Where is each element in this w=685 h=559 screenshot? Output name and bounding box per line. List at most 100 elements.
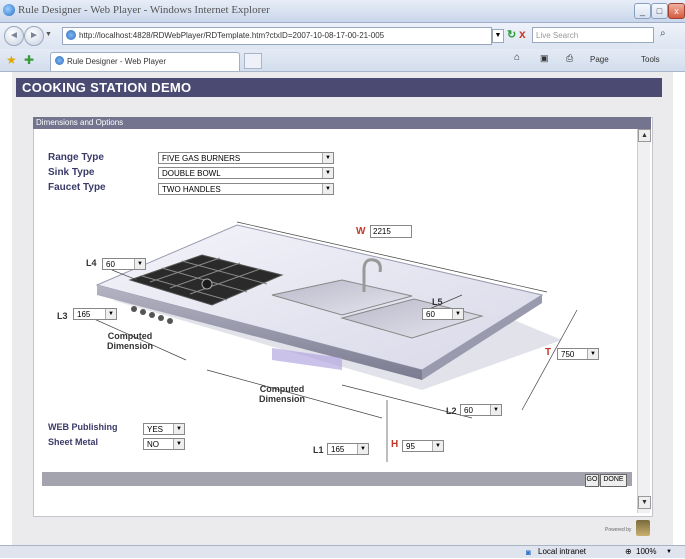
page-icon [66, 30, 76, 40]
chevron-down-icon: ▼ [322, 168, 333, 178]
l4-dimension-value: 60 [106, 260, 115, 269]
tab-page-icon [55, 56, 64, 65]
chevron-down-icon: ▼ [587, 349, 598, 359]
l3-dimension-select[interactable]: 165 ▼ [73, 308, 117, 320]
back-button[interactable]: ◄ [4, 26, 24, 46]
new-tab-button[interactable] [244, 53, 262, 69]
l2-dimension-label: L2 [446, 406, 457, 416]
center-burner [201, 278, 213, 290]
web-publishing-label: WEB Publishing [48, 422, 118, 432]
h-dimension-select[interactable]: 95 ▼ [402, 440, 444, 452]
l4-dimension-label: L4 [86, 258, 97, 268]
range-type-select[interactable]: FIVE GAS BURNERS ▼ [158, 152, 334, 164]
recent-pages-chevron-icon[interactable]: ▼ [45, 31, 52, 38]
l1-dimension-value: 165 [331, 445, 345, 454]
panel-title: Dimensions and Options [36, 118, 124, 127]
address-dropdown-button[interactable]: ▼ [492, 29, 504, 43]
page-menu[interactable]: Page [590, 55, 609, 64]
add-favorites-icon[interactable]: ✚ [24, 53, 34, 67]
close-button[interactable]: x [668, 3, 685, 19]
status-bar: ◙ Local intranet ⊕ 100% ▼ [0, 545, 685, 558]
window-title-bar: Rule Designer - Web Player - Windows Int… [0, 0, 685, 23]
refresh-icon[interactable]: ↻ [507, 28, 516, 41]
t-dimension-label: T [545, 347, 552, 358]
tools-menu[interactable]: Tools [641, 55, 660, 64]
scroll-up-arrow-icon[interactable]: ▲ [638, 129, 651, 142]
sheet-metal-label: Sheet Metal [48, 437, 99, 447]
app-banner: COOKING STATION DEMO [16, 78, 662, 97]
l3-dimension-value: 165 [77, 310, 91, 319]
chevron-down-icon: ▼ [357, 444, 368, 454]
favorites-star-icon[interactable]: ★ [6, 53, 17, 67]
scroll-down-arrow-icon[interactable]: ▼ [638, 496, 651, 509]
address-url: http://localhost:4828/RDWebPlayer/RDTemp… [79, 31, 385, 40]
ie-app-icon [3, 4, 15, 16]
h-dimension-value: 95 [406, 442, 415, 451]
t-dimension-select[interactable]: 750 ▼ [557, 348, 599, 360]
faucet-type-select[interactable]: TWO HANDLES ▼ [158, 183, 334, 195]
action-bar [42, 472, 632, 486]
sink-type-select[interactable]: DOUBLE BOWL ▼ [158, 167, 334, 179]
zoom-chevron-icon[interactable]: ▼ [666, 546, 672, 558]
window-title: Rule Designer - Web Player - Windows Int… [18, 4, 270, 16]
chevron-down-icon: ▼ [432, 441, 443, 451]
zoom-level[interactable]: 100% [636, 546, 656, 558]
faucet-type-label: Faucet Type [48, 182, 106, 193]
panel-header: Dimensions and Options [33, 117, 651, 129]
web-publishing-select[interactable]: YES ▼ [143, 423, 185, 435]
l5-dimension-value: 60 [426, 310, 435, 319]
faucet-type-value: TWO HANDLES [162, 185, 221, 194]
address-bar[interactable]: http://localhost:4828/RDWebPlayer/RDTemp… [62, 27, 492, 45]
panel-scrollbar[interactable] [637, 129, 650, 513]
t-dimension-value: 750 [561, 350, 575, 359]
chevron-down-icon: ▼ [134, 259, 145, 269]
powered-by-text: Powered by [605, 527, 632, 533]
l4-dimension-select[interactable]: 60 ▼ [102, 258, 146, 270]
done-button[interactable]: DONE [600, 474, 627, 487]
sink-type-value: DOUBLE BOWL [162, 169, 221, 178]
tab-label: Rule Designer - Web Player [67, 57, 167, 66]
l2-dimension-value: 60 [464, 406, 473, 415]
banner-title: COOKING STATION DEMO [22, 80, 192, 95]
computed-dimension-label-2: Computed Dimension [258, 384, 305, 404]
l2-dimension-select[interactable]: 60 ▼ [460, 404, 502, 416]
chevron-down-icon: ▼ [322, 184, 333, 194]
minimize-button[interactable]: _ [634, 3, 651, 19]
h-dimension-label: H [391, 439, 399, 450]
print-icon[interactable]: ⎙ [566, 53, 573, 64]
l5-dimension-label: L5 [432, 297, 443, 307]
forward-button[interactable]: ► [24, 26, 44, 46]
chevron-down-icon: ▼ [490, 405, 501, 415]
w-dimension-input[interactable]: 2215 [370, 225, 412, 238]
address-toolbar: ◄ ► ▼ http://localhost:4828/RDWebPlayer/… [0, 23, 685, 49]
browser-tab[interactable]: Rule Designer - Web Player [50, 52, 240, 71]
maximize-button[interactable]: □ [651, 3, 668, 19]
chevron-down-icon: ▼ [173, 424, 184, 434]
chevron-down-icon: ▼ [173, 439, 184, 449]
intranet-zone-icon: ◙ [526, 548, 531, 557]
security-zone: Local intranet [538, 547, 587, 556]
chevron-down-icon: ▼ [322, 153, 333, 163]
powered-by-logo-icon [636, 520, 650, 536]
chevron-down-icon: ▼ [452, 309, 463, 319]
w-dimension-label: W [356, 226, 366, 237]
sheet-metal-value: NO [147, 440, 159, 449]
stop-icon[interactable]: x [519, 27, 526, 41]
web-publishing-value: YES [147, 425, 164, 434]
chevron-down-icon: ▼ [105, 309, 116, 319]
l3-dimension-label: L3 [57, 311, 68, 321]
sink-type-label: Sink Type [48, 167, 95, 178]
range-type-value: FIVE GAS BURNERS [162, 154, 241, 163]
l1-dimension-select[interactable]: 165 ▼ [327, 443, 369, 455]
search-input[interactable]: Live Search [532, 27, 654, 43]
range-type-label: Range Type [48, 152, 104, 163]
l5-dimension-select[interactable]: 60 ▼ [422, 308, 464, 320]
sheet-metal-select[interactable]: NO ▼ [143, 438, 185, 450]
go-button[interactable]: GO [585, 474, 599, 487]
tab-toolbar: ★ ✚ Rule Designer - Web Player ⌂ ▣ ⎙ Pag… [0, 49, 685, 72]
home-icon[interactable]: ⌂ [514, 52, 520, 63]
feeds-icon[interactable]: ▣ [540, 53, 549, 64]
l1-dimension-label: L1 [313, 445, 324, 455]
computed-dimension-label-1: Computed Dimension [106, 331, 153, 351]
search-icon[interactable]: ⌕ [660, 28, 666, 39]
